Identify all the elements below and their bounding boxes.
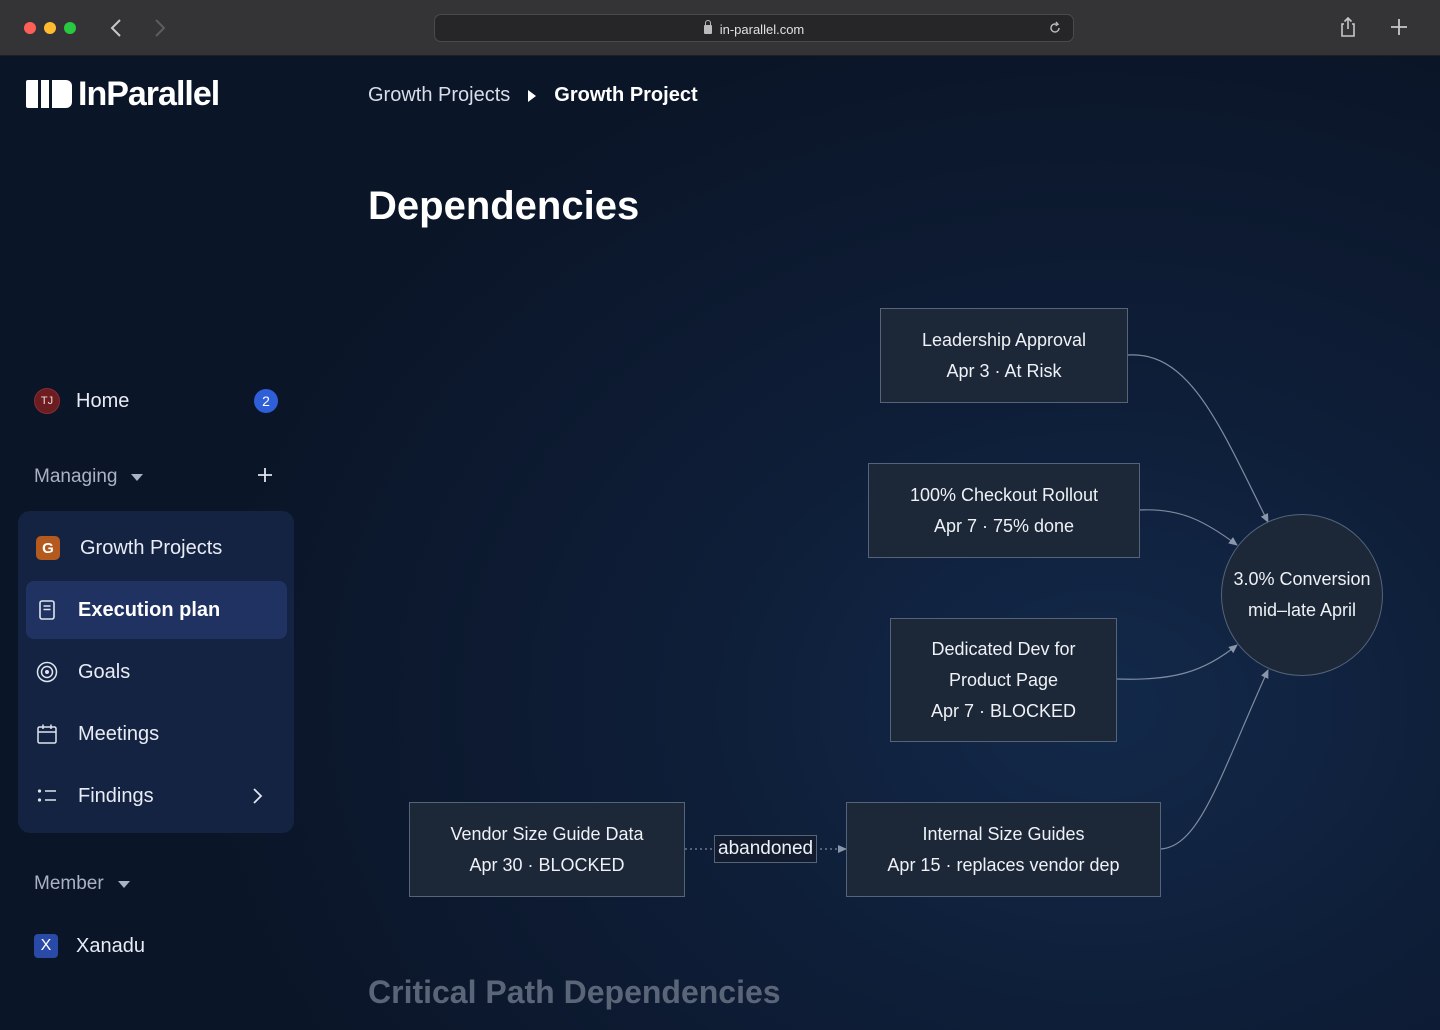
managing-label: Managing [34,466,118,487]
avatar: TJ [34,388,60,414]
sidebar-item-label: Meetings [78,722,160,745]
node-title-cont: Product Page [948,669,1059,690]
breadcrumb-parent[interactable]: Growth Projects [368,84,510,107]
page-title: Dependencies [368,184,640,228]
member-label: Member [34,873,104,894]
breadcrumb-separator-icon [528,89,537,102]
caret-down-icon [131,473,144,481]
edge-leadership-to-goal [1127,354,1269,523]
goal-title: 3.0% Conversion [1233,569,1371,589]
sidebar-item-label: Goals [78,660,131,683]
sidebar-item-label: Findings [78,784,154,807]
chevron-right-icon[interactable] [251,787,263,805]
reload-icon[interactable] [1047,20,1063,36]
edge-label-abandoned: abandoned [714,835,818,863]
url-text: in-parallel.com [719,22,805,37]
org-avatar-icon: X [34,934,58,958]
node-dedicated-dev[interactable]: Dedicated Dev for Product Page Apr 7 · B… [890,618,1117,742]
logo-mark-icon [26,80,72,108]
node-status: Apr 30 · BLOCKED [469,854,625,875]
home-label: Home [76,389,130,412]
app-viewport: InParallel Growth Projects Growth Projec… [0,56,1440,1030]
notification-badge: 2 [254,389,278,413]
node-vendor-size-guide[interactable]: Vendor Size Guide Data Apr 30 · BLOCKED [409,802,685,897]
sidebar-item-xanadu[interactable]: X Xanadu [34,934,145,958]
calendar-icon [37,724,57,744]
node-conversion-goal[interactable]: 3.0% Conversion mid–late April [1221,514,1383,676]
target-icon [36,661,58,683]
node-status: Apr 3 · At Risk [946,360,1062,381]
sidebar-item-growth-projects[interactable]: G Growth Projects [26,519,287,577]
sidebar-item-execution-plan[interactable]: Execution plan [26,581,287,639]
node-status: Apr 7 · 75% done [933,515,1075,536]
logo-text: InParallel [78,74,220,113]
sidebar-item-label: Growth Projects [80,536,223,559]
add-project-button[interactable] [256,466,274,484]
node-title: Internal Size Guides [922,823,1085,844]
app-logo[interactable]: InParallel [26,75,220,113]
edge-checkout-to-goal [1139,509,1238,546]
document-icon [39,600,55,620]
lock-icon [703,20,712,34]
node-title: Leadership Approval [921,329,1087,350]
node-status: Apr 7 · BLOCKED [930,700,1077,721]
address-bar[interactable]: in-parallel.com [434,14,1074,42]
node-internal-size-guides[interactable]: Internal Size Guides Apr 15 · replaces v… [846,802,1161,897]
edge-internal-to-goal [1160,669,1269,850]
close-window-button[interactable] [24,22,36,34]
share-icon[interactable] [1338,16,1358,38]
goal-timing: mid–late April [1247,600,1357,620]
project-avatar-icon: G [36,536,60,560]
sidebar-item-goals[interactable]: Goals [26,643,287,701]
sidebar-item-label: Xanadu [76,934,145,957]
edge-dedicated-to-goal [1116,644,1238,680]
node-leadership-approval[interactable]: Leadership Approval Apr 3 · At Risk [880,308,1128,403]
node-title: 100% Checkout Rollout [909,484,1099,505]
managing-nav-panel: G Growth Projects Execution plan Goals M… [18,511,294,833]
back-icon[interactable] [104,14,128,42]
minimize-window-button[interactable] [44,22,56,34]
new-tab-icon[interactable] [1388,16,1410,38]
node-title: Dedicated Dev for [931,638,1076,659]
section-title-critical-path: Critical Path Dependencies [368,974,781,1010]
node-status: Apr 15 · replaces vendor dep [887,854,1120,875]
sidebar-item-label: Execution plan [78,598,221,621]
maximize-window-button[interactable] [64,22,76,34]
node-title: Vendor Size Guide Data [450,823,644,844]
breadcrumb: Growth Projects Growth Project [368,84,698,107]
sidebar-item-meetings[interactable]: Meetings [26,705,287,763]
breadcrumb-current: Growth Project [554,84,698,106]
browser-toolbar: in-parallel.com [0,0,1440,56]
node-checkout-rollout[interactable]: 100% Checkout Rollout Apr 7 · 75% done [868,463,1140,558]
managing-section-toggle[interactable]: Managing [34,466,144,488]
forward-icon[interactable] [148,14,172,42]
sidebar-item-findings[interactable]: Findings [26,767,287,825]
member-section-toggle[interactable]: Member [34,873,130,895]
list-icon [37,789,56,802]
caret-down-icon [117,880,130,888]
sidebar-item-home[interactable]: TJ Home 2 [34,386,284,416]
